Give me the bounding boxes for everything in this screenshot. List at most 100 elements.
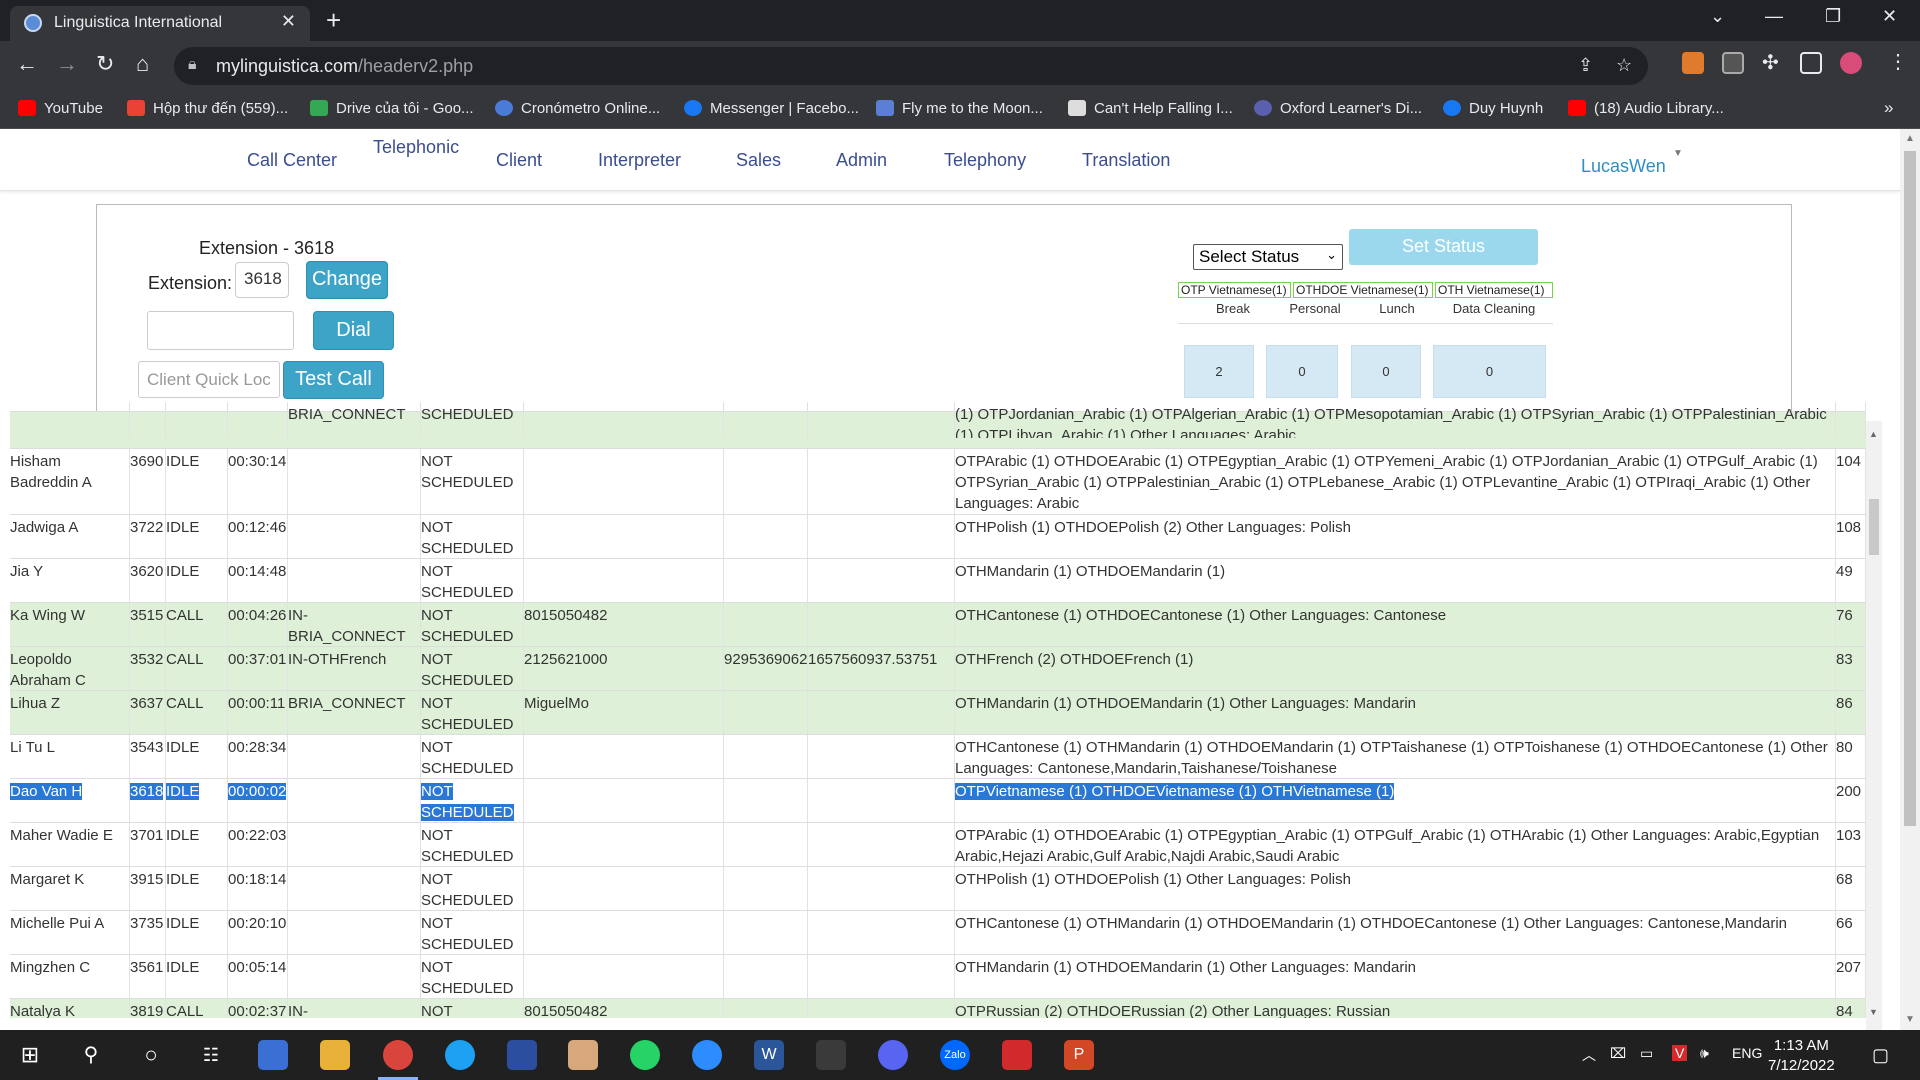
scroll-thumb[interactable] (1869, 499, 1879, 555)
system-clock[interactable]: 1:13 AM 7/12/2022 (1768, 1036, 1835, 1076)
change-button[interactable]: Change (306, 261, 388, 299)
share-icon[interactable]: ⇪ (1578, 55, 1593, 76)
tray-chevron-icon[interactable]: ︿ (1582, 1045, 1596, 1065)
tab-search-chevron-icon[interactable]: ⌄ (1710, 6, 1725, 27)
bookmark-messenger[interactable]: Messenger | Facebo... (684, 100, 859, 117)
twitter-icon[interactable] (445, 1040, 475, 1070)
bookmark-cronometro[interactable]: Cronómetro Online... (495, 100, 660, 117)
notifications-icon[interactable]: ▢ (1872, 1045, 1889, 1066)
table-row[interactable]: Jadwiga A 3722 IDLE 00:12:46 NOT SCHEDULED OT… (10, 514, 1866, 558)
zalo-icon[interactable]: Zalo (940, 1040, 970, 1070)
snipping-icon[interactable] (507, 1040, 537, 1070)
acrobat-icon[interactable] (1002, 1040, 1032, 1070)
table-row[interactable]: Hisham Badreddin A 3690 IDLE 00:30:14 NOT SC… (10, 448, 1866, 514)
nav-admin[interactable]: Admin (836, 150, 887, 171)
metamask-extension-icon[interactable] (1682, 52, 1704, 74)
table-row[interactable]: Jia Y 3620 IDLE 00:14:48 NOT SCHEDULED OTHMan… (10, 558, 1866, 602)
restore-icon[interactable]: ❐ (1825, 6, 1841, 27)
tab-close-icon[interactable]: ✕ (281, 11, 296, 32)
search-icon[interactable]: ⚲ (76, 1040, 106, 1070)
bookmark-duy-huynh[interactable]: Duy Huynh (1443, 100, 1543, 117)
table-row[interactable]: Mingzhen C 3561 IDLE 00:05:14 NOT SCHEDULED O… (10, 954, 1866, 998)
qr-extension-icon[interactable] (1722, 52, 1744, 74)
personal-count[interactable]: 0 (1266, 345, 1338, 398)
bookmarks-more-icon[interactable]: » (1884, 98, 1893, 118)
reload-icon[interactable]: ↻ (96, 51, 114, 77)
scroll-down-icon[interactable]: ▼ (1869, 1007, 1878, 1017)
bookmark-gmail[interactable]: Hộp thư đến (559)... (127, 100, 288, 117)
bookmark-drive[interactable]: Drive của tôi - Goo... (310, 100, 474, 117)
scroll-thumb[interactable] (1904, 151, 1916, 826)
lock-icon[interactable]: 🔒︎ (188, 56, 197, 74)
profile-avatar[interactable] (1840, 52, 1862, 74)
display-icon[interactable]: ▭ (1640, 1045, 1653, 1062)
nav-telephonic[interactable]: Telephonic (373, 137, 459, 158)
chrome-menu-icon[interactable]: ⋮ (1888, 49, 1908, 74)
break-count[interactable]: 2 (1184, 345, 1254, 398)
back-arrow-icon[interactable]: ← (16, 51, 38, 77)
whatsapp-icon[interactable] (630, 1040, 660, 1070)
scroll-up-icon[interactable]: ▲ (1869, 429, 1878, 439)
network-icon[interactable]: ⌧ (1610, 1045, 1626, 1062)
scroll-up-icon[interactable]: ▲ (1905, 133, 1915, 144)
microsoft-store-icon[interactable] (258, 1040, 288, 1070)
chrome-icon[interactable] (383, 1040, 413, 1070)
address-bar[interactable]: 🔒︎ mylinguistica.com/headerv2.php ⇪ ☆ (174, 47, 1648, 85)
table-row[interactable]: Leopoldo Abraham C 3532 CALL 00:37:01 IN-OTH… (10, 646, 1866, 690)
user-menu[interactable]: LucasWen ▼ (1581, 148, 1683, 177)
windows-start-icon[interactable]: ⊞ (15, 1040, 45, 1070)
nav-client[interactable]: Client (496, 150, 542, 171)
nav-telephony[interactable]: Telephony (944, 150, 1026, 171)
file-explorer-icon[interactable] (320, 1040, 350, 1070)
nav-call-center[interactable]: Call Center (247, 150, 337, 171)
home-icon[interactable]: ⌂ (136, 51, 149, 77)
table-row[interactable]: BRIA_CONNECT SCHEDULED (1) OTPJordanian_Ar… (10, 402, 1866, 448)
status-select[interactable]: Select Status ⌄ (1193, 244, 1343, 270)
task-view-icon[interactable]: ☷ (196, 1040, 226, 1070)
client-quick-lookup-input[interactable]: Client Quick Loc (138, 361, 280, 398)
data-cleaning-count[interactable]: 0 (1433, 345, 1546, 398)
forward-arrow-icon[interactable]: → (56, 51, 78, 77)
table-row[interactable]: Lihua Z 3637 CALL 00:00:11 BRIA_CONNECT NOT S… (10, 690, 1866, 734)
table-row[interactable]: Li Tu L 3543 IDLE 00:28:34 NOT SCHEDULED OTHC… (10, 734, 1866, 778)
nav-sales[interactable]: Sales (736, 150, 781, 171)
table-row[interactable]: Ka Wing W 3515 CALL 00:04:26 IN-BRIA_CONNECT… (10, 602, 1866, 646)
speaker-icon[interactable]: 🕪︎ (1700, 1045, 1709, 1062)
bookmark-youtube[interactable]: YouTube (18, 100, 103, 117)
extensions-puzzle-icon[interactable]: ✣ (1762, 50, 1779, 75)
vpn-icon[interactable]: V (1672, 1045, 1688, 1061)
minimize-icon[interactable]: — (1765, 6, 1783, 27)
browser-tab[interactable]: Linguistica International ✕ (10, 6, 310, 41)
dial-button[interactable]: Dial (313, 311, 394, 350)
people-app-icon[interactable] (816, 1040, 846, 1070)
table-scrollbar[interactable]: ▲ ▼ (1866, 421, 1882, 1030)
new-tab-button[interactable]: + (326, 5, 341, 36)
test-call-button[interactable]: Test Call (283, 361, 384, 399)
table-row[interactable]: Dao Van H 3618 IDLE 00:00:02 NOT SCHEDULED OT… (10, 778, 1866, 822)
discord-icon[interactable] (878, 1040, 908, 1070)
zoom-icon[interactable] (692, 1040, 722, 1070)
powerpoint-icon[interactable]: P (1064, 1040, 1094, 1070)
word-icon[interactable]: W (754, 1040, 784, 1070)
extension-input[interactable]: 3618 (235, 262, 289, 298)
dial-number-input[interactable] (147, 311, 294, 350)
photo-app-icon[interactable] (568, 1040, 598, 1070)
table-row[interactable]: Maher Wadie E 3701 IDLE 00:22:03 NOT SCHEDUL… (10, 822, 1866, 866)
bookmark-audio-library[interactable]: (18) Audio Library... (1568, 100, 1724, 117)
bookmark-cant-help[interactable]: Can't Help Falling I... (1068, 100, 1233, 117)
nav-interpreter[interactable]: Interpreter (598, 150, 681, 171)
bookmark-fly-me[interactable]: Fly me to the Moon... (876, 100, 1043, 117)
table-row[interactable]: Margaret K 3915 IDLE 00:18:14 NOT SCHEDULED O… (10, 866, 1866, 910)
url-text[interactable]: mylinguistica.com/headerv2.php (216, 56, 473, 77)
input-language[interactable]: ENG (1732, 1045, 1762, 1061)
page-scrollbar[interactable]: ▲ ▼ (1900, 129, 1920, 1030)
cortana-icon[interactable]: ○ (136, 1040, 166, 1070)
window-close-icon[interactable]: ✕ (1882, 6, 1897, 27)
scroll-down-icon[interactable]: ▼ (1905, 1014, 1915, 1025)
lunch-count[interactable]: 0 (1351, 345, 1421, 398)
set-status-button[interactable]: Set Status (1349, 229, 1538, 265)
bookmark-oxford[interactable]: Oxford Learner's Di... (1254, 100, 1422, 117)
table-row[interactable]: Natalya K 3819 CALL 00:02:37 IN- NOT 801505048… (10, 998, 1866, 1018)
nav-translation[interactable]: Translation (1082, 150, 1170, 171)
side-panel-icon[interactable] (1800, 52, 1822, 74)
